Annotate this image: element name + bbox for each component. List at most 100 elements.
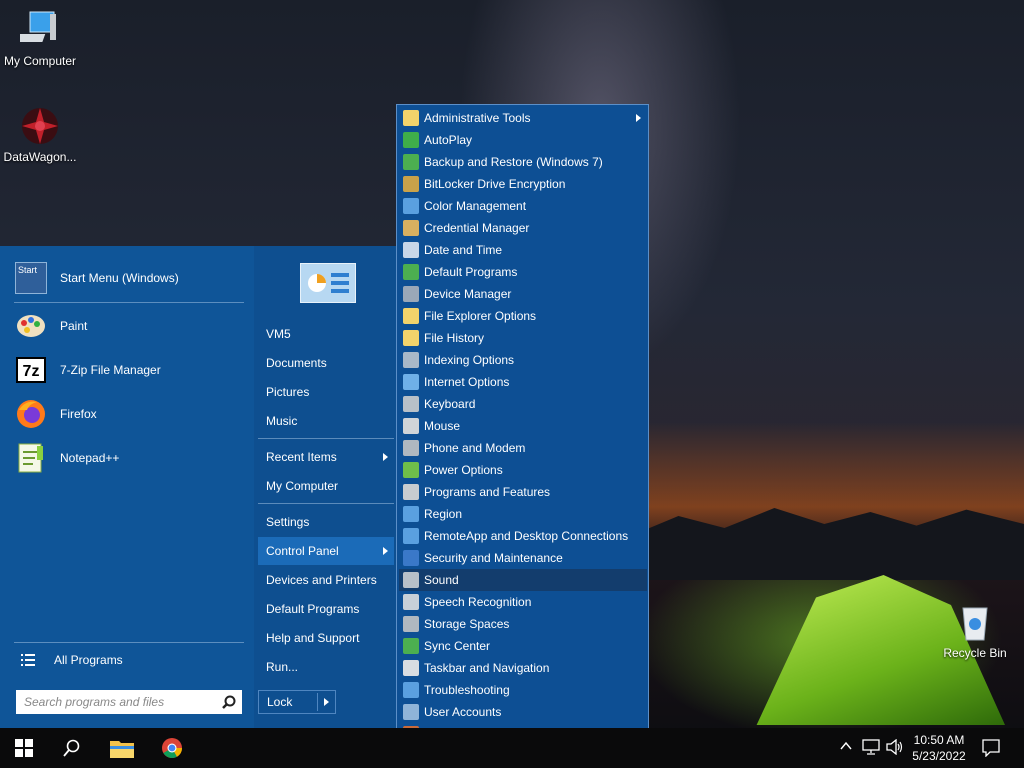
control-panel-item[interactable]: Indexing Options — [399, 349, 647, 371]
search-icon[interactable] — [222, 695, 236, 712]
control-panel-item-label: Power Options — [424, 463, 503, 477]
desktop-icon-my-computer[interactable]: My Computer — [0, 10, 80, 68]
all-programs-label: All Programs — [54, 653, 123, 667]
control-panel-item[interactable]: Taskbar and Navigation — [399, 657, 647, 679]
file-explorer-button[interactable] — [98, 728, 146, 768]
control-panel-user-tile[interactable] — [300, 263, 356, 303]
control-panel-item[interactable]: Region — [399, 503, 647, 525]
search-input[interactable]: Search programs and files — [16, 690, 242, 714]
start-right-control-panel[interactable]: Control Panel — [258, 537, 394, 565]
control-panel-item[interactable]: Administrative Tools — [399, 107, 647, 129]
control-panel-item[interactable]: Troubleshooting — [399, 679, 647, 701]
control-panel-item[interactable]: Color Management — [399, 195, 647, 217]
control-panel-item[interactable]: Default Programs — [399, 261, 647, 283]
start-item-start-menu-windows[interactable]: Start Start Menu (Windows) — [14, 258, 246, 298]
control-panel-item[interactable]: User Accounts — [399, 701, 647, 723]
control-panel-item-label: Sync Center — [424, 639, 491, 653]
wallpaper-mountains — [640, 508, 1024, 580]
control-panel-item[interactable]: Security and Maintenance — [399, 547, 647, 569]
control-panel-item[interactable]: Storage Spaces — [399, 613, 647, 635]
control-panel-item[interactable]: Sound — [399, 569, 647, 591]
start-button[interactable] — [0, 728, 48, 768]
control-panel-item-icon — [403, 110, 419, 126]
taskbar-search-button[interactable] — [48, 728, 96, 768]
start-right-my-computer[interactable]: My Computer — [258, 472, 394, 500]
control-panel-item-icon — [403, 660, 419, 676]
control-panel-item[interactable]: Device Manager — [399, 283, 647, 305]
control-panel-item[interactable]: Mouse — [399, 415, 647, 437]
control-panel-item[interactable]: RemoteApp and Desktop Connections — [399, 525, 647, 547]
control-panel-item[interactable]: Phone and Modem — [399, 437, 647, 459]
desktop-icon-label: My Computer — [3, 54, 77, 68]
control-panel-item-label: Default Programs — [424, 265, 518, 279]
network-icon[interactable] — [862, 739, 880, 758]
start-right-music[interactable]: Music — [258, 407, 394, 435]
control-panel-item-label: Credential Manager — [424, 221, 530, 235]
volume-icon[interactable] — [886, 738, 904, 758]
control-panel-submenu: Administrative Tools AutoPlay Backup and R… — [396, 104, 649, 768]
start-right-settings[interactable]: Settings — [258, 508, 394, 536]
control-panel-item[interactable]: BitLocker Drive Encryption — [399, 173, 647, 195]
start-right-user[interactable]: VM5 — [258, 320, 394, 348]
control-panel-item-label: Keyboard — [424, 397, 476, 411]
firefox-icon — [14, 397, 48, 431]
control-panel-item-label: Indexing Options — [424, 353, 515, 367]
start-item-label: Firefox — [60, 407, 97, 421]
start-item-7zip[interactable]: 7z 7-Zip File Manager — [14, 350, 246, 390]
control-panel-item-icon — [403, 704, 419, 720]
control-panel-item-icon — [403, 220, 419, 236]
windows-icon — [15, 739, 33, 757]
desktop-icon-datawagon[interactable]: DataWagon... — [0, 106, 80, 164]
all-programs-button[interactable]: All Programs — [14, 640, 246, 680]
control-panel-item-icon — [403, 396, 419, 412]
start-right-run[interactable]: Run... — [258, 653, 394, 681]
chevron-right-icon — [383, 453, 388, 461]
start-item-paint[interactable]: Paint — [14, 306, 246, 346]
control-panel-item[interactable]: Sync Center — [399, 635, 647, 657]
start-right-help-support[interactable]: Help and Support — [258, 624, 394, 652]
divider — [258, 503, 394, 504]
control-panel-item-icon — [403, 616, 419, 632]
chrome-button[interactable] — [148, 728, 196, 768]
control-panel-item[interactable]: Programs and Features — [399, 481, 647, 503]
desktop-icon-recycle-bin[interactable]: Recycle Bin — [935, 602, 1015, 660]
start-right-documents[interactable]: Documents — [258, 349, 394, 377]
chevron-up-icon[interactable] — [840, 740, 852, 755]
control-panel-item-label: Taskbar and Navigation — [424, 661, 550, 675]
control-panel-item-icon — [403, 572, 419, 588]
start-right-recent-items[interactable]: Recent Items — [258, 443, 394, 471]
control-panel-item-label: Mouse — [424, 419, 461, 433]
control-panel-item[interactable]: Power Options — [399, 459, 647, 481]
start-right-default-programs[interactable]: Default Programs — [258, 595, 394, 623]
control-panel-item-label: Sound — [424, 573, 459, 587]
start-right-pictures[interactable]: Pictures — [258, 378, 394, 406]
taskbar-clock[interactable]: 10:50 AM 5/23/2022 — [908, 732, 970, 764]
control-panel-item-label: Color Management — [424, 199, 527, 213]
datawagon-icon — [20, 106, 60, 146]
start-item-firefox[interactable]: Firefox — [14, 394, 246, 434]
control-panel-item-icon — [403, 682, 419, 698]
lock-button[interactable]: Lock — [258, 690, 336, 714]
control-panel-item[interactable]: File Explorer Options — [399, 305, 647, 327]
start-right-devices-printers[interactable]: Devices and Printers — [258, 566, 394, 594]
control-panel-item[interactable]: File History — [399, 327, 647, 349]
control-panel-item-icon — [403, 242, 419, 258]
control-panel-item[interactable]: Keyboard — [399, 393, 647, 415]
control-panel-item[interactable]: Backup and Restore (Windows 7) — [399, 151, 647, 173]
start-menu-icon: Start — [14, 261, 48, 295]
notification-icon[interactable] — [982, 739, 1000, 760]
control-panel-item-label: Storage Spaces — [424, 617, 510, 631]
control-panel-item[interactable]: Date and Time — [399, 239, 647, 261]
control-panel-item[interactable]: Internet Options — [399, 371, 647, 393]
control-panel-item-icon — [403, 330, 419, 346]
control-panel-item[interactable]: Credential Manager — [399, 217, 647, 239]
chevron-right-icon[interactable] — [324, 698, 329, 706]
control-panel-item[interactable]: Speech Recognition — [399, 591, 647, 613]
control-panel-item-icon — [403, 374, 419, 390]
control-panel-item-label: Backup and Restore (Windows 7) — [424, 155, 603, 169]
control-panel-item[interactable]: AutoPlay — [399, 129, 647, 151]
control-panel-item-label: Device Manager — [424, 287, 512, 301]
control-panel-item-label: Internet Options — [424, 375, 510, 389]
control-panel-item-icon — [403, 506, 419, 522]
start-item-notepadpp[interactable]: Notepad++ — [14, 438, 246, 478]
